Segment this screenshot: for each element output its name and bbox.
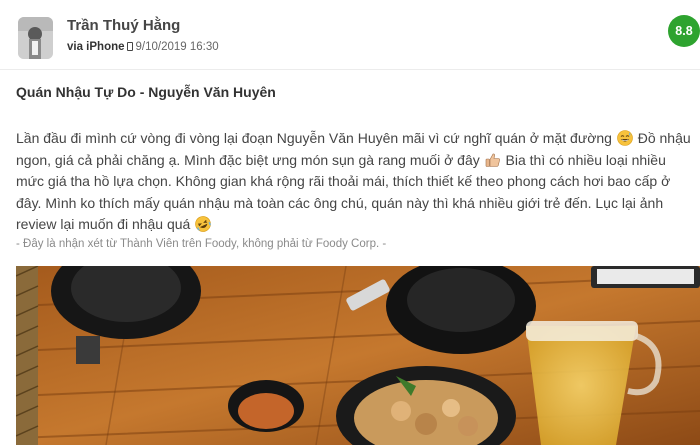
phone-icon — [126, 42, 133, 51]
header-divider — [0, 69, 700, 70]
avatar[interactable] — [18, 17, 53, 59]
review-photo[interactable] — [16, 266, 700, 445]
rolling-laughing-emoji — [195, 216, 212, 232]
thumbs-up-emoji — [485, 152, 501, 168]
score-badge: 8.8 — [668, 15, 700, 47]
review-body: Lần đầu đi mình cứ vòng đi vòng lại đoạn… — [16, 128, 696, 236]
review-meta: via iPhone 9/10/2019 16:30 — [67, 41, 219, 53]
device-label: via iPhone — [67, 41, 125, 53]
grinning-sweat-emoji — [617, 130, 633, 146]
review-header: Trần Thuý Hằng via iPhone 9/10/2019 16:30… — [0, 0, 700, 70]
author-name[interactable]: Trần Thuý Hằng — [67, 17, 180, 34]
disclaimer: - Đây là nhận xét từ Thành Viên trên Foo… — [16, 238, 387, 250]
review-title[interactable]: Quán Nhậu Tự Do - Nguyễn Văn Huyên — [16, 84, 276, 100]
timestamp: 9/10/2019 16:30 — [135, 41, 219, 53]
review-text-part-1: Lần đầu đi mình cứ vòng đi vòng lại đoạn… — [16, 130, 612, 146]
